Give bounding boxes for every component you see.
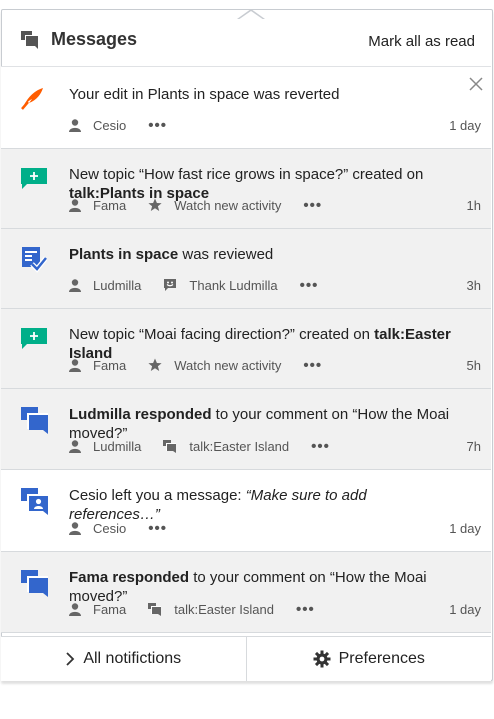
notification-secondary-label: Watch new activity (174, 197, 282, 213)
more-options-icon[interactable]: ••• (300, 277, 319, 294)
talk-page-icon (148, 602, 168, 616)
notification-meta: Fama talk:Easter Island ••• 1 day (69, 600, 481, 618)
notification-timestamp: 7h (466, 438, 481, 454)
notification-item[interactable]: Ludmilla responded to your comment on “H… (1, 389, 491, 470)
notification-text: Plants in space was reviewed (69, 245, 461, 264)
notification-item[interactable]: Fama responded to your comment on “How t… (1, 552, 491, 633)
notification-secondary-action[interactable]: Watch new activity (148, 198, 281, 213)
more-options-icon[interactable]: ••• (296, 601, 315, 618)
user-icon (69, 602, 87, 616)
popup-footer: All notifictions Preferences (1, 636, 491, 681)
notification-meta: Fama Watch new activity ••• 5h (69, 356, 481, 374)
notification-item[interactable]: Cesio left you a message: “Make sure to … (1, 470, 491, 552)
more-options-icon[interactable]: ••• (311, 438, 330, 455)
notification-secondary-label: talk:Easter Island (174, 601, 274, 617)
notification-timestamp: 5h (466, 357, 481, 373)
notification-meta: Cesio ••• 1 day (69, 116, 481, 134)
user-icon (69, 358, 87, 372)
notification-item[interactable]: New topic “Moai facing direction?” creat… (1, 309, 491, 389)
more-options-icon[interactable]: ••• (303, 197, 322, 214)
chevron-right-icon (66, 652, 75, 666)
notification-meta: Cesio ••• 1 day (69, 519, 481, 537)
notification-user[interactable]: Fama (69, 358, 126, 373)
new-topic-icon (19, 325, 49, 355)
notification-meta: Fama Watch new activity ••• 1h (69, 196, 481, 214)
notification-user[interactable]: Fama (69, 198, 126, 213)
notification-list: Your edit in Plants in space was reverte… (1, 67, 491, 633)
messages-icon (21, 31, 41, 49)
star-icon (148, 358, 168, 372)
popup-content: Messages Mark all as read Your edit in P… (1, 9, 493, 681)
more-options-icon[interactable]: ••• (148, 520, 167, 537)
notification-user-name: Ludmilla (93, 277, 142, 293)
notification-user[interactable]: Cesio (69, 521, 126, 536)
new-topic-icon (19, 165, 49, 195)
user-talk-icon (19, 486, 49, 516)
talk-page-icon (163, 439, 183, 453)
notification-item[interactable]: Your edit in Plants in space was reverte… (1, 67, 491, 149)
notification-item[interactable]: Plants in space was reviewed Ludmilla Than… (1, 229, 491, 309)
more-options-icon[interactable]: ••• (148, 117, 167, 134)
notification-user-name: Fama (93, 197, 127, 213)
close-icon[interactable] (469, 75, 483, 95)
notification-timestamp: 1 day (449, 520, 481, 536)
notification-user[interactable]: Ludmilla (69, 278, 141, 293)
notification-user[interactable]: Ludmilla (69, 439, 141, 454)
notification-text-segment: was reviewed (178, 246, 274, 263)
notification-user[interactable]: Cesio (69, 118, 126, 133)
notification-secondary-action[interactable]: Thank Ludmilla (163, 277, 278, 293)
user-icon (69, 278, 87, 292)
revert-icon (19, 85, 49, 115)
notification-timestamp: 3h (466, 277, 481, 293)
all-notifications-button[interactable]: All notifictions (1, 637, 246, 681)
notification-user-name: Fama (93, 357, 127, 373)
star-icon (148, 198, 168, 212)
notification-user-name: Cesio (93, 117, 127, 133)
notification-secondary-action[interactable]: Watch new activity (148, 358, 281, 373)
smile-icon (163, 278, 183, 292)
notification-text-segment: New topic “How fast rice grows in space?… (69, 166, 424, 183)
notification-user-name: Cesio (93, 520, 127, 536)
notification-text-segment: Your edit in Plants in space was reverte… (69, 86, 340, 103)
discussion-icon (19, 405, 49, 435)
notification-secondary-label: talk:Easter Island (189, 438, 290, 454)
notification-secondary-label: Thank Ludmilla (189, 277, 278, 293)
gear-icon (313, 650, 331, 668)
notification-secondary-action[interactable]: talk:Easter Island (163, 439, 289, 454)
preferences-button[interactable]: Preferences (245, 637, 492, 681)
user-icon (69, 118, 87, 132)
user-icon (69, 198, 87, 212)
notification-secondary-action[interactable]: talk:Easter Island (148, 602, 274, 617)
notification-item[interactable]: New topic “How fast rice grows in space?… (1, 149, 491, 229)
user-icon (69, 521, 87, 535)
notification-timestamp: 1 day (449, 117, 481, 133)
user-icon (69, 439, 87, 453)
mark-all-read-button[interactable]: Mark all as read (368, 33, 475, 50)
notification-timestamp: 1 day (449, 601, 481, 617)
notification-text-segment: Fama responded (69, 569, 190, 586)
discussion-icon (19, 568, 49, 598)
notification-user-name: Fama (93, 601, 127, 617)
notification-meta: Ludmilla talk:Easter Island ••• 7h (69, 437, 481, 455)
popup-title: Messages (51, 29, 138, 49)
reviewed-icon (19, 245, 49, 275)
notification-text: Your edit in Plants in space was reverte… (69, 85, 461, 104)
notification-secondary-label: Watch new activity (174, 357, 282, 373)
notification-text-segment: Plants in space (69, 246, 179, 263)
notification-text-segment: Cesio left you a message: (69, 487, 246, 504)
preferences-label: Preferences (338, 650, 425, 667)
notification-text-segment: New topic “Moai facing direction?” creat… (69, 326, 375, 343)
popup-header: Messages Mark all as read (1, 9, 491, 67)
notification-text-segment: Ludmilla responded (69, 406, 212, 423)
notification-timestamp: 1h (466, 197, 481, 213)
notification-user[interactable]: Fama (69, 602, 126, 617)
all-notifications-label: All notifictions (83, 650, 182, 667)
notification-meta: Ludmilla Thank Ludmilla ••• 3h (69, 276, 481, 294)
more-options-icon[interactable]: ••• (303, 357, 322, 374)
notification-user-name: Ludmilla (93, 438, 142, 454)
